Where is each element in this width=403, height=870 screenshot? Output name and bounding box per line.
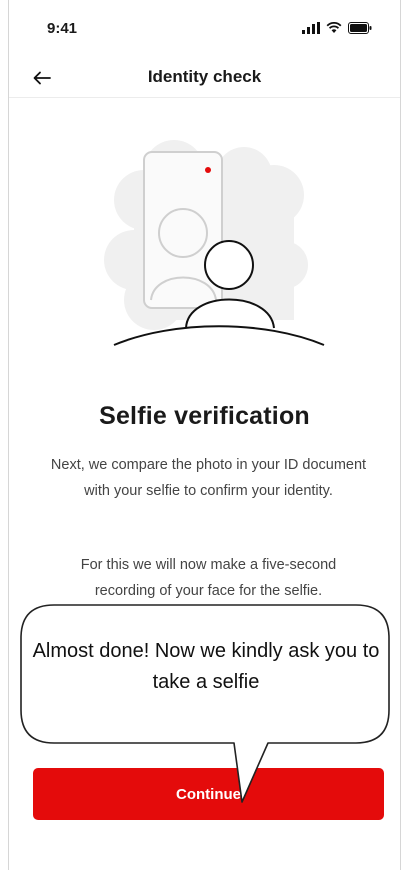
page-title: Identity check	[147, 67, 262, 86]
description-paragraph-1: Next, we compare the photo in your ID do…	[50, 457, 367, 499]
status-bar: 9:41	[9, 18, 400, 42]
nav-bar: Identity check	[9, 62, 400, 98]
section-heading: Selfie verification	[99, 402, 310, 430]
status-icons	[302, 22, 372, 34]
selfie-illustration	[104, 140, 325, 346]
description-paragraph-2: For this we will now make a five-second …	[80, 557, 337, 599]
wifi-icon	[326, 22, 342, 33]
status-time: 9:41	[47, 20, 78, 37]
signal-icon	[302, 22, 320, 34]
callout-text: Almost done! Now we kindly ask you to ta…	[32, 640, 380, 693]
battery-icon	[348, 22, 372, 34]
